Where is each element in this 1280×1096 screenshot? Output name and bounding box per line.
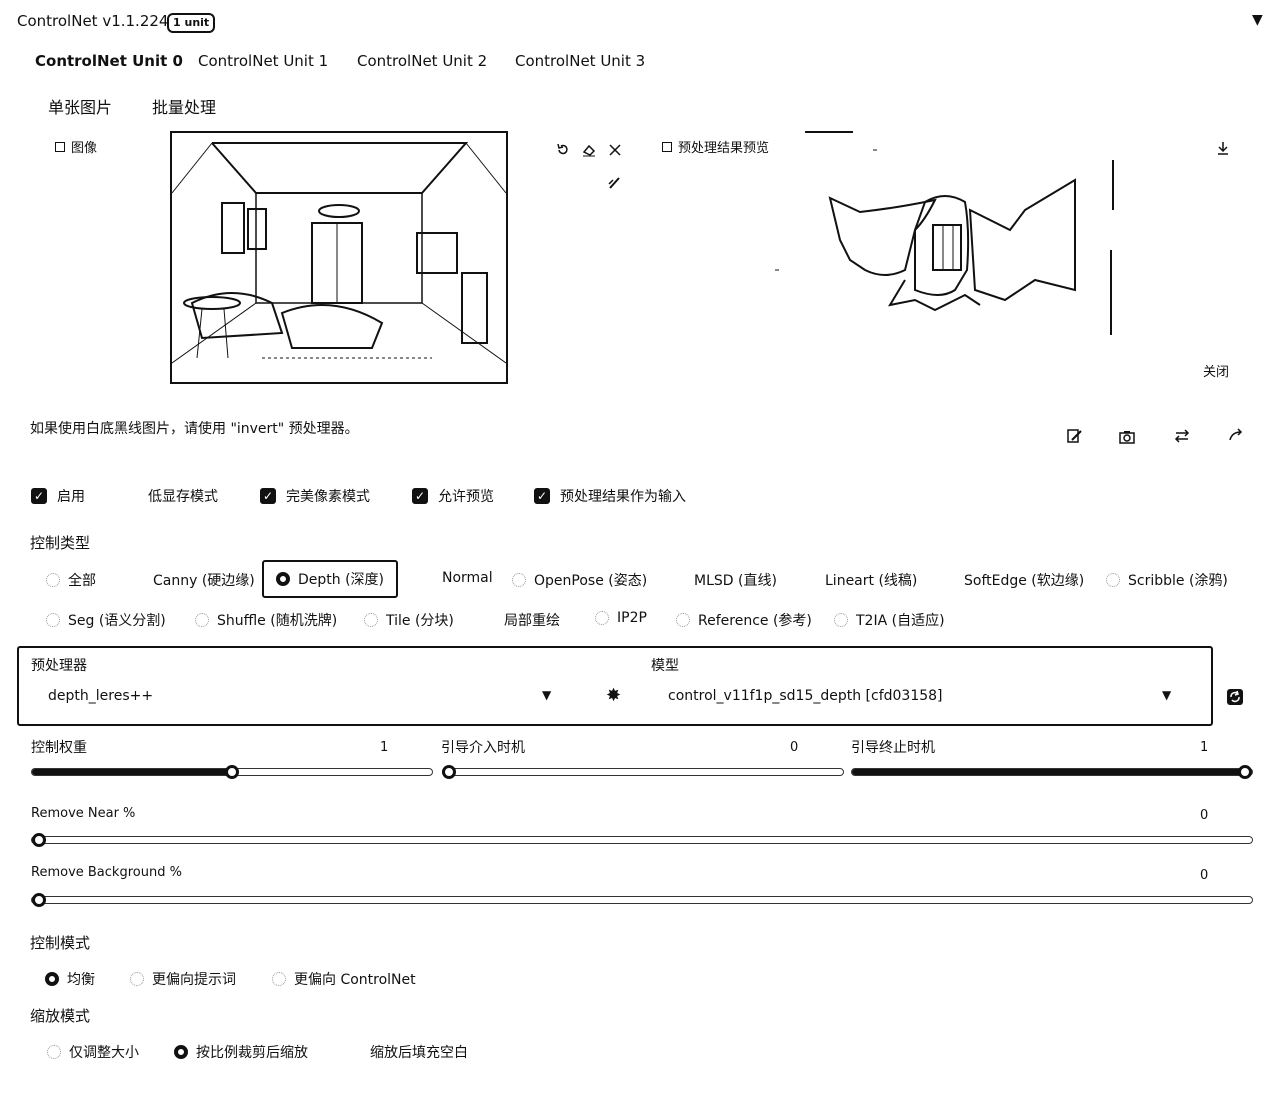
control-type-openpose[interactable]: OpenPose (姿态) [512,570,647,590]
remove-near-label: Remove Near % [31,806,136,821]
model-select[interactable]: control_v11f1p_sd15_depth [cfd03158] [668,688,943,704]
model-label: 模型 [651,658,679,674]
guidance-start-handle[interactable] [442,765,456,779]
remove-background-value[interactable]: 0 [1200,868,1208,883]
check-icon: ✓ [31,488,47,504]
tab-unit-3[interactable]: ControlNet Unit 3 [515,52,645,70]
tab-unit-1[interactable]: ControlNet Unit 1 [198,52,328,70]
undo-icon[interactable] [556,143,570,157]
control-weight-fill [32,769,232,775]
remove-near-slider[interactable] [31,836,1253,844]
refresh-icon[interactable] [1226,688,1244,706]
control-type-reference[interactable]: Reference (参考) [676,610,812,630]
input-image[interactable] [170,131,508,384]
allow-preview-checkbox[interactable]: ✓ 允许预览 [412,486,494,506]
control-type-softedge[interactable]: SoftEdge (软边缘) [964,570,1084,590]
control-type-mlsd[interactable]: MLSD (直线) [672,570,777,590]
check-icon: ✓ [534,488,550,504]
guidance-start-value[interactable]: 0 [790,740,798,755]
preview-as-input-checkbox[interactable]: ✓ 预处理结果作为输入 [534,486,686,506]
remove-background-slider[interactable] [31,896,1253,904]
control-type-all[interactable]: 全部 [46,570,96,590]
control-type-canny[interactable]: Canny (硬边缘) [153,570,255,590]
close-icon[interactable] [608,143,622,157]
control-type-t2ia[interactable]: T2IA (自适应) [834,610,945,630]
edit-icon[interactable] [1066,428,1082,444]
image-panel-label: 图像 [55,137,97,156]
send-icon[interactable] [1228,428,1244,442]
preprocessor-label: 预处理器 [31,658,87,674]
guidance-end-label: 引导终止时机 [851,740,935,756]
check-icon: ✓ [260,488,276,504]
low-vram-checkbox[interactable]: 低显存模式 [148,486,218,506]
resize-mode-crop[interactable]: 按比例裁剪后缩放 [174,1042,308,1062]
check-icon: ✓ [412,488,428,504]
guidance-end-value[interactable]: 1 [1200,740,1208,755]
guidance-end-fill [852,769,1244,775]
remove-background-label: Remove Background % [31,865,182,880]
control-type-seg[interactable]: Seg (语义分割) [46,610,166,630]
explosion-icon[interactable]: ✸ [606,685,621,706]
remove-near-value[interactable]: 0 [1200,808,1208,823]
resize-mode-fill[interactable]: 缩放后填充空白 [348,1042,468,1062]
guidance-end-handle[interactable] [1238,765,1252,779]
guidance-start-label: 引导介入时机 [441,740,525,756]
brush-icon[interactable] [607,176,621,190]
preprocessor-preview-image [775,130,1117,338]
guidance-start-slider[interactable] [442,768,844,776]
pixel-perfect-checkbox[interactable]: ✓ 完美像素模式 [260,486,370,506]
control-mode-controlnet[interactable]: 更偏向 ControlNet [272,969,416,989]
unit-count-badge: 1 unit [167,13,216,33]
chevron-down-icon[interactable]: ▼ [542,688,551,702]
room-sketch [171,133,507,382]
control-type-ip2p[interactable]: IP2P [595,610,647,626]
control-type-tile[interactable]: Tile (分块) [364,610,454,630]
control-weight-label: 控制权重 [31,740,87,756]
collapse-icon[interactable]: ▼ [1252,12,1263,28]
preview-panel-label: 预处理结果预览 [662,137,769,156]
control-mode-heading: 控制模式 [30,934,91,952]
remove-near-handle[interactable] [32,833,46,847]
control-type-normal[interactable]: Normal [420,570,493,586]
swap-icon[interactable] [1174,429,1190,443]
control-type-scribble[interactable]: Scribble (涂鸦) [1106,570,1228,590]
control-type-lineart[interactable]: Lineart (线稿) [825,570,917,590]
depth-map [775,131,1114,335]
preprocessor-select[interactable]: depth_leres++ [48,688,153,704]
control-weight-value[interactable]: 1 [380,740,388,755]
tab-unit-2[interactable]: ControlNet Unit 2 [357,52,487,70]
accordion-title[interactable]: ControlNet v1.1.224 [17,12,168,30]
eraser-icon[interactable] [582,143,596,157]
enable-checkbox[interactable]: ✓ 启用 [31,486,85,506]
image-icon [662,141,672,152]
remove-background-handle[interactable] [32,893,46,907]
control-type-inpaint[interactable]: 局部重绘 [504,610,560,630]
download-icon[interactable] [1216,141,1230,155]
control-type-shuffle[interactable]: Shuffle (随机洗牌) [195,610,337,630]
camera-icon[interactable] [1119,430,1135,444]
control-weight-handle[interactable] [225,765,239,779]
preview-close-button[interactable]: 关闭 [1203,361,1229,380]
tab-batch[interactable]: 批量处理 [152,94,216,118]
invert-hint: 如果使用白底黑线图片，请使用 "invert" 预处理器。 [30,421,359,437]
control-mode-balanced[interactable]: 均衡 [45,969,95,989]
control-mode-prompt[interactable]: 更偏向提示词 [130,969,236,989]
image-icon [55,141,65,152]
resize-mode-just-resize[interactable]: 仅调整大小 [47,1042,139,1062]
control-type-heading: 控制类型 [30,534,91,552]
chevron-down-icon[interactable]: ▼ [1162,688,1171,702]
tab-single-image[interactable]: 单张图片 [48,94,112,118]
tab-unit-0[interactable]: ControlNet Unit 0 [35,52,183,70]
resize-mode-heading: 缩放模式 [30,1007,91,1025]
control-type-depth[interactable]: Depth (深度) [262,560,399,598]
